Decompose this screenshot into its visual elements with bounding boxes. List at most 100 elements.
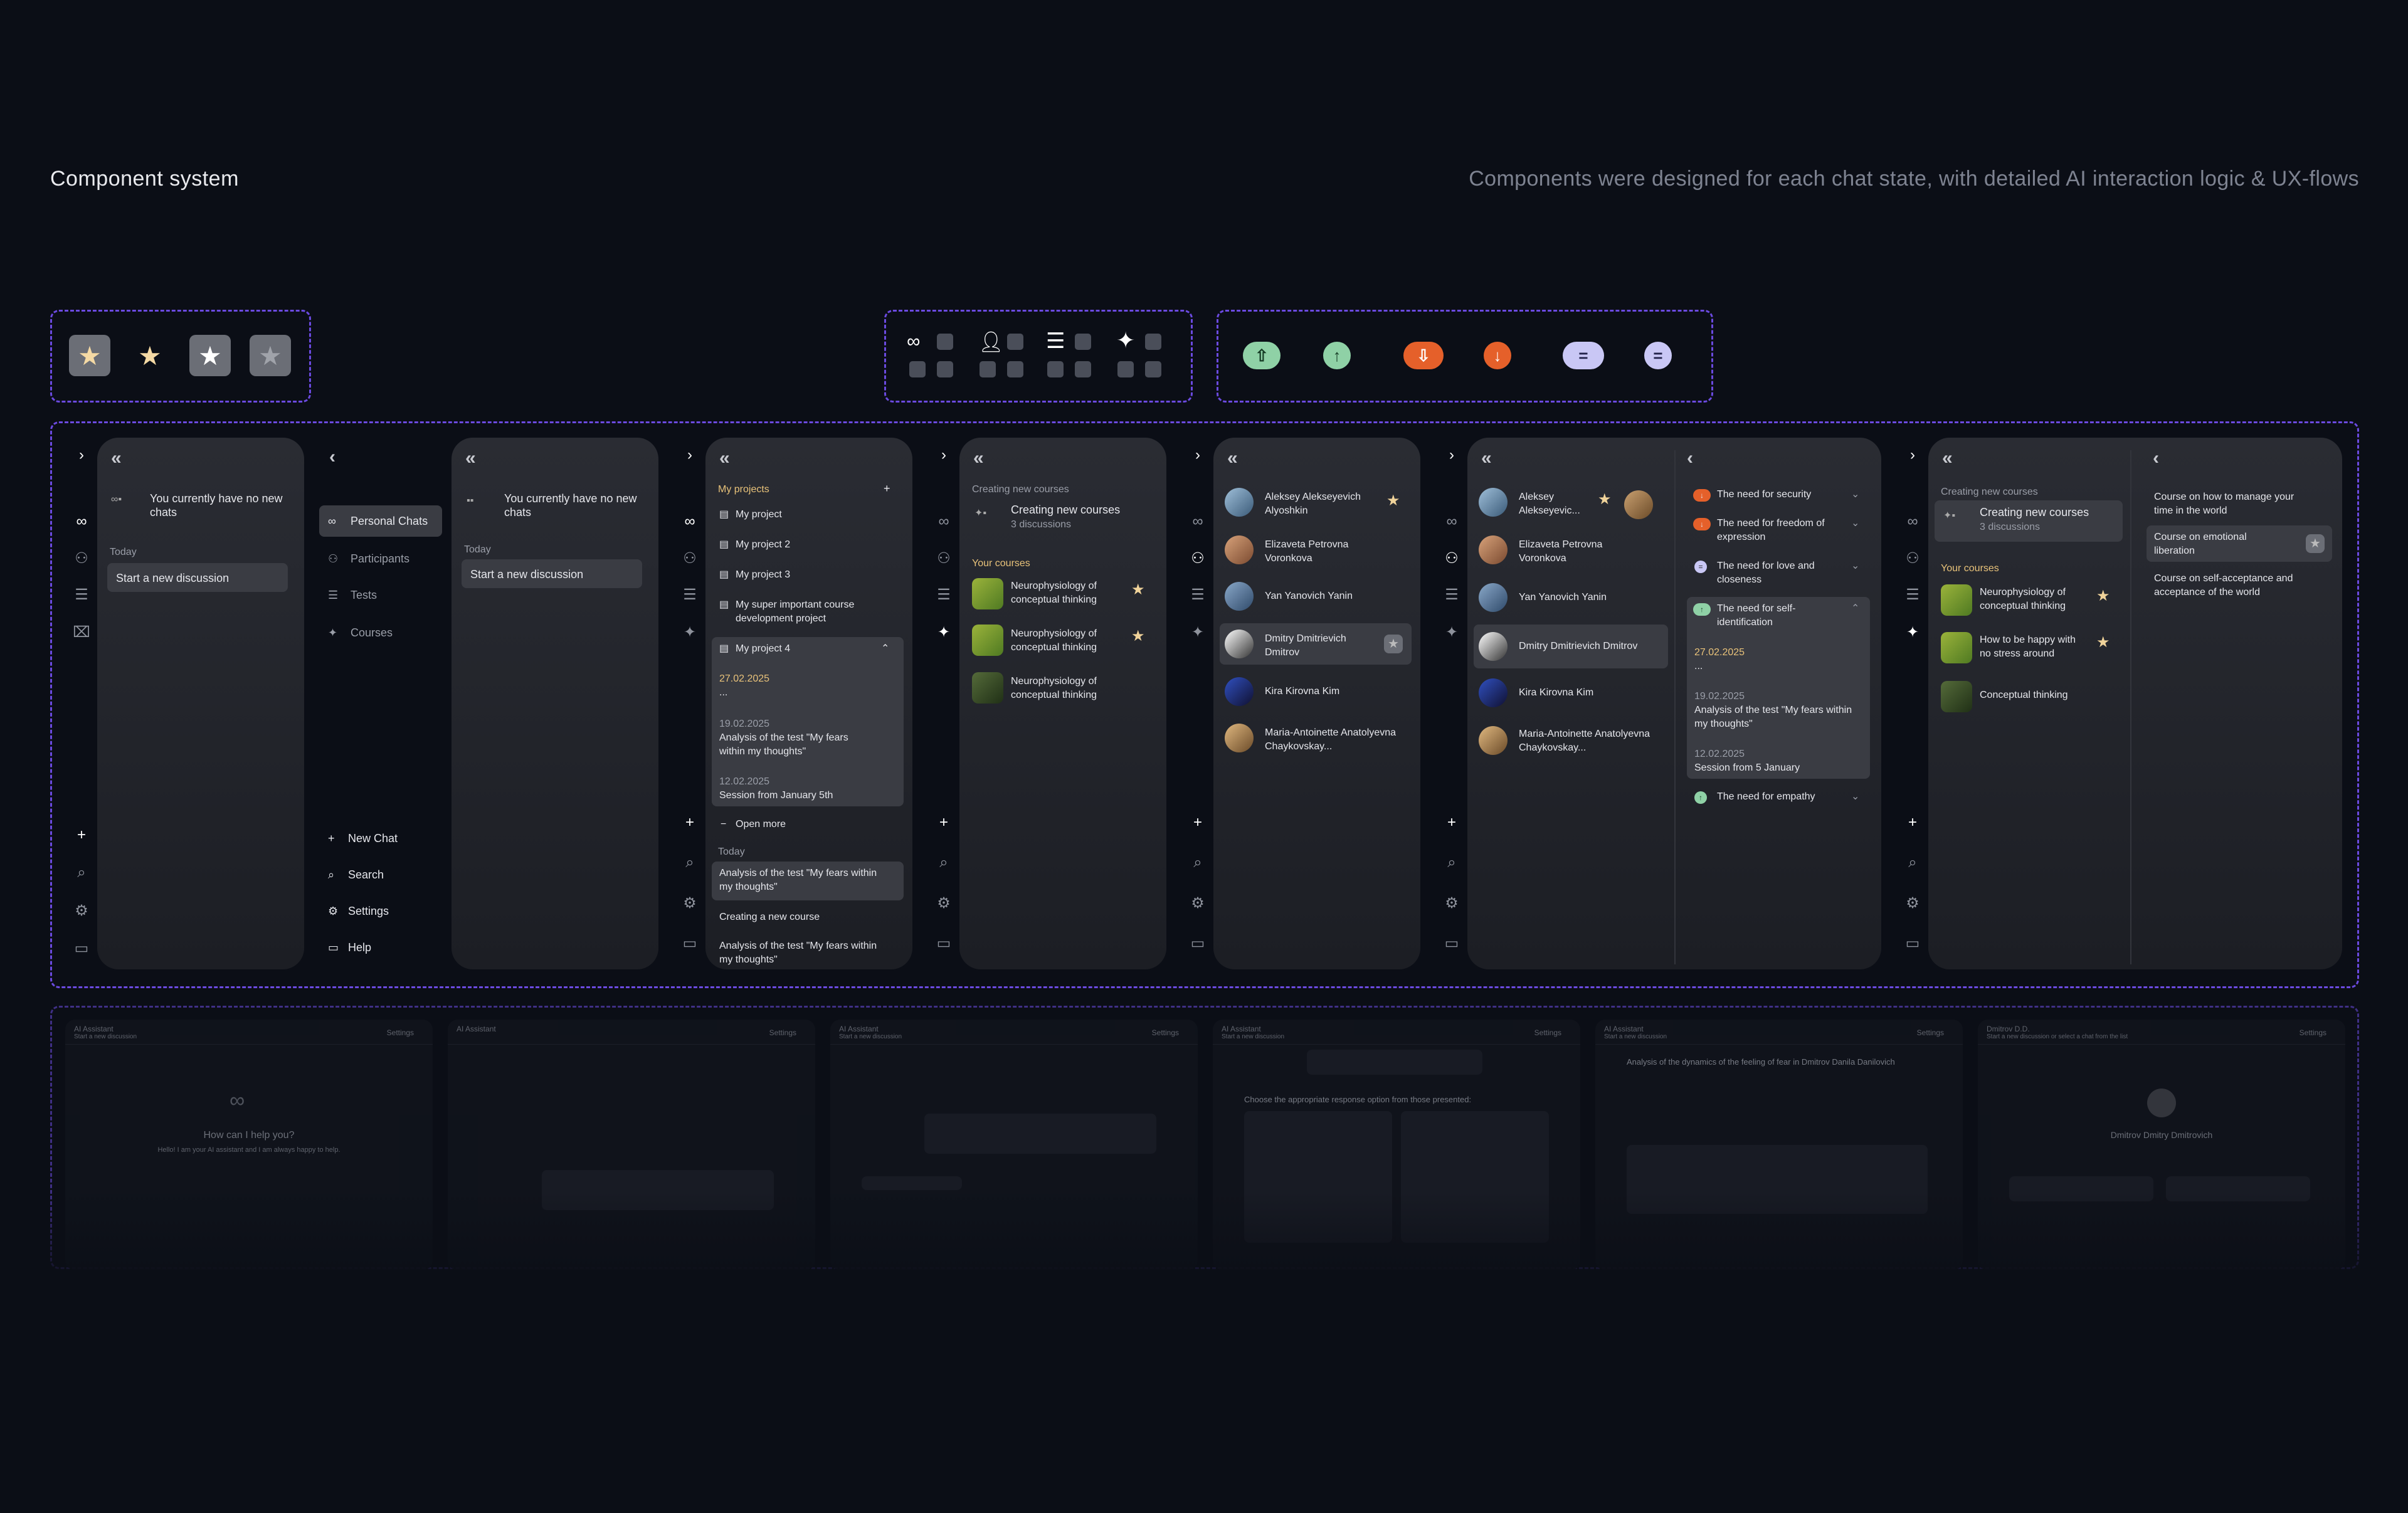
need-item[interactable]: The need for freedom of expression bbox=[1717, 517, 1842, 544]
participant-name[interactable]: Yan Yanovich Yanin bbox=[1265, 589, 1353, 603]
chevron-up-icon[interactable]: ⌃ bbox=[881, 642, 889, 656]
new-chat-button[interactable]: New Chat bbox=[348, 831, 398, 845]
chevron-down-icon[interactable]: ⌄ bbox=[1851, 488, 1859, 502]
session-text[interactable]: Analysis of the test "My fears within my… bbox=[719, 731, 876, 759]
participant-name[interactable]: Maria-Antoinette Anatolyevna Chaykovskay… bbox=[1265, 726, 1403, 754]
preview-settings[interactable]: Settings bbox=[1917, 1028, 1944, 1037]
nav-participants[interactable]: Participants bbox=[351, 552, 409, 566]
today-item[interactable]: Analysis of the test "My fears within my… bbox=[719, 939, 882, 967]
plus-icon[interactable]: + bbox=[671, 814, 709, 831]
search-icon[interactable]: ⌕ bbox=[1179, 854, 1217, 872]
chats-icon[interactable]: ∞ bbox=[925, 513, 963, 530]
participant-name[interactable]: Maria-Antoinette Anatolyevna Chaykovskay… bbox=[1519, 727, 1657, 755]
plus-icon[interactable]: + bbox=[1433, 814, 1471, 831]
star-plain-icon[interactable]: ★ bbox=[129, 335, 171, 376]
chats-icon[interactable]: ∞ bbox=[1894, 513, 1931, 530]
participant-name[interactable]: Elizaveta Petrovna Voronkova bbox=[1519, 538, 1644, 566]
preview-settings[interactable]: Settings bbox=[1152, 1028, 1179, 1037]
plus-icon[interactable]: + bbox=[925, 814, 963, 831]
back-icon[interactable]: ‹ bbox=[329, 446, 335, 468]
book-icon[interactable]: ▭ bbox=[671, 934, 709, 952]
plus-icon[interactable]: + bbox=[1179, 814, 1217, 831]
project-item[interactable]: My project 2 bbox=[736, 538, 790, 552]
gear-icon[interactable]: ⚙ bbox=[63, 902, 100, 920]
sparkle-icon[interactable]: ✦ bbox=[1433, 623, 1471, 641]
star-grey-box[interactable]: ★ bbox=[250, 335, 291, 376]
back-icon[interactable]: ‹ bbox=[2153, 448, 2159, 469]
person-icon[interactable]: 👤︎ bbox=[978, 330, 1004, 354]
session-text[interactable]: ... bbox=[719, 686, 727, 700]
participant-name[interactable]: Elizaveta Petrovna Voronkova bbox=[1265, 538, 1390, 566]
send-up-double-icon[interactable]: ⇧ bbox=[1243, 342, 1281, 369]
chats-icon[interactable]: ∞ bbox=[63, 513, 100, 530]
chevron-down-icon[interactable]: ⌄ bbox=[1851, 790, 1859, 804]
collapse-icon[interactable]: « bbox=[1481, 448, 1492, 469]
book-icon[interactable]: ▭ bbox=[1894, 934, 1931, 952]
list-icon[interactable]: ☰ bbox=[1894, 586, 1931, 604]
preview-settings[interactable]: Settings bbox=[769, 1028, 796, 1037]
session-text[interactable]: Analysis of the test "My fears within my… bbox=[1694, 704, 1857, 731]
project-item[interactable]: My project 3 bbox=[736, 568, 790, 582]
preview-settings[interactable]: Settings bbox=[387, 1028, 414, 1037]
star-icon[interactable]: ★ bbox=[1131, 627, 1145, 645]
chevron-down-icon[interactable]: ⌄ bbox=[1851, 517, 1859, 530]
search-icon[interactable]: ⌕ bbox=[925, 854, 963, 872]
session-text[interactable]: Session from January 5th bbox=[719, 789, 833, 803]
participant-name[interactable]: Aleksey Alekseyevich Alyoshkin bbox=[1265, 490, 1390, 518]
person-icon[interactable]: ⚇ bbox=[1433, 549, 1471, 567]
gear-icon[interactable]: ⚙ bbox=[671, 894, 709, 912]
star-grey-box[interactable]: ★ bbox=[2306, 534, 2325, 553]
chevron-up-icon[interactable]: ⌃ bbox=[1851, 602, 1859, 616]
pause-double-icon[interactable]: = bbox=[1563, 342, 1604, 369]
list-icon[interactable]: ☰ bbox=[63, 586, 100, 604]
list-icon[interactable]: ☰ bbox=[1433, 586, 1471, 604]
course-group-title[interactable]: Creating new courses bbox=[1011, 503, 1120, 517]
list-icon[interactable]: ☰ bbox=[1179, 586, 1217, 604]
project-item[interactable]: My project bbox=[736, 508, 782, 522]
star-grey-box[interactable]: ★ bbox=[1384, 635, 1403, 653]
preview-settings[interactable]: Settings bbox=[2300, 1028, 2326, 1037]
sparkle-icon[interactable]: ✦ bbox=[671, 623, 709, 641]
project-item[interactable]: My super important course development pr… bbox=[736, 598, 886, 626]
book-icon[interactable]: ▭ bbox=[925, 934, 963, 952]
expand-icon[interactable]: › bbox=[1894, 446, 1931, 464]
gear-icon[interactable]: ⚙ bbox=[1179, 894, 1217, 912]
trash-icon[interactable]: ⌧ bbox=[63, 623, 100, 641]
search-icon[interactable]: ⌕ bbox=[1433, 854, 1471, 872]
person-icon[interactable]: ⚇ bbox=[1894, 549, 1931, 567]
star-filled-box[interactable]: ★ bbox=[69, 335, 110, 376]
sparkle-icon[interactable]: ✦ bbox=[925, 623, 963, 641]
plus-icon[interactable]: + bbox=[1894, 814, 1931, 831]
search-icon[interactable]: ⌕ bbox=[671, 854, 709, 872]
search-icon[interactable]: ⌕ bbox=[1894, 854, 1931, 872]
course-item[interactable]: Neurophysiology of conceptual thinking bbox=[1011, 675, 1117, 702]
star-icon[interactable]: ★ bbox=[1386, 492, 1400, 510]
project-item-active[interactable]: My project 4 bbox=[736, 642, 790, 656]
participant-name[interactable]: Aleksey Alekseyevic... bbox=[1519, 490, 1594, 518]
star-icon[interactable]: ★ bbox=[2096, 587, 2110, 605]
expand-icon[interactable]: › bbox=[1179, 446, 1217, 464]
course-item[interactable]: Neurophysiology of conceptual thinking bbox=[1980, 586, 2086, 613]
stop-down-double-icon[interactable]: ⇩ bbox=[1403, 342, 1444, 369]
course-item[interactable]: How to be happy with no stress around bbox=[1980, 633, 2086, 661]
need-item[interactable]: The need for security bbox=[1717, 488, 1811, 502]
expand-icon[interactable]: › bbox=[925, 446, 963, 464]
person-icon[interactable]: ⚇ bbox=[671, 549, 709, 567]
star-icon[interactable]: ★ bbox=[1598, 490, 1612, 509]
list-icon[interactable]: ☰ bbox=[1046, 329, 1065, 354]
stop-down-icon[interactable]: ↓ bbox=[1484, 342, 1511, 369]
book-icon[interactable]: ▭ bbox=[1179, 934, 1217, 952]
need-item-active[interactable]: The need for self-identification bbox=[1717, 602, 1842, 630]
help-button[interactable]: Help bbox=[348, 941, 371, 954]
course-item[interactable]: Neurophysiology of conceptual thinking bbox=[1011, 579, 1117, 607]
collapse-icon[interactable]: « bbox=[111, 448, 122, 469]
person-icon[interactable]: ⚇ bbox=[925, 549, 963, 567]
participant-name[interactable]: Kira Kirovna Kim bbox=[1519, 686, 1593, 700]
gear-icon[interactable]: ⚙ bbox=[1894, 894, 1931, 912]
list-icon[interactable]: ☰ bbox=[925, 586, 963, 604]
need-item[interactable]: The need for love and closeness bbox=[1717, 559, 1842, 587]
star-white-box[interactable]: ★ bbox=[189, 335, 231, 376]
search-button[interactable]: Search bbox=[348, 868, 384, 882]
gear-icon[interactable]: ⚙ bbox=[925, 894, 963, 912]
course-list-item[interactable]: Course on self-acceptance and acceptance… bbox=[2154, 572, 2323, 599]
